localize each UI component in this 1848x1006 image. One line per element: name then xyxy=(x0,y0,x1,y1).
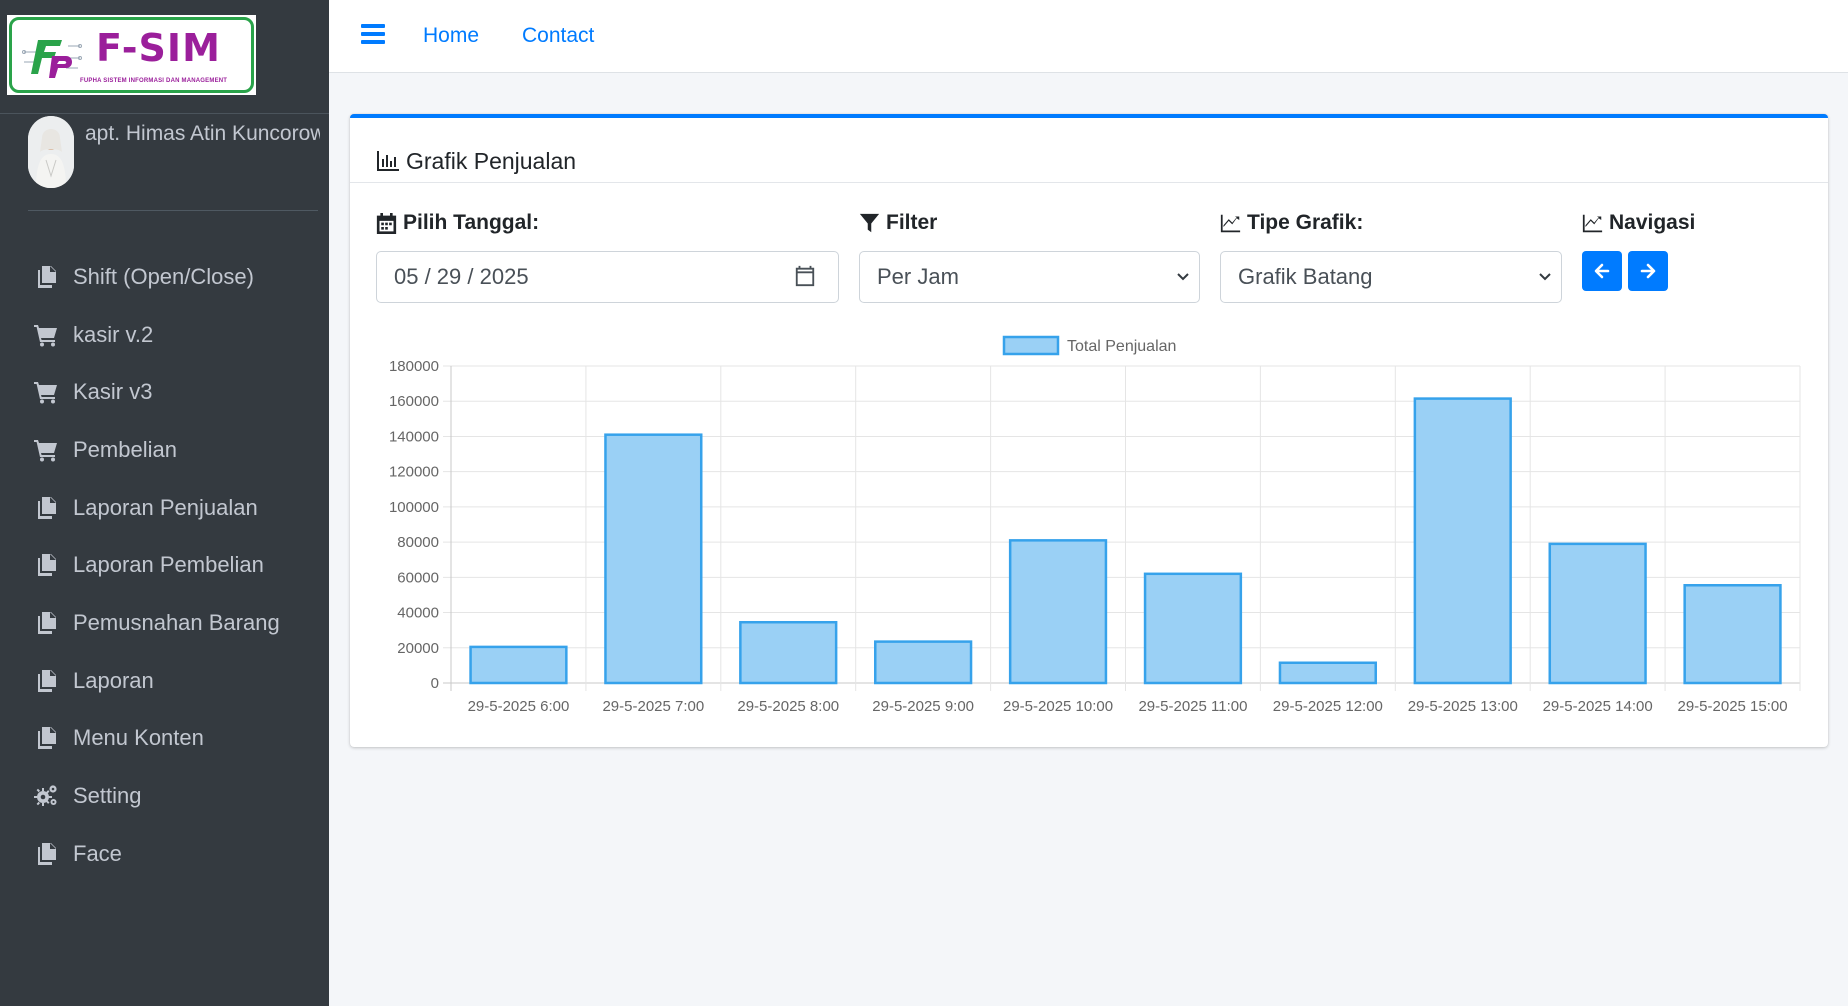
copy-icon xyxy=(30,552,62,578)
x-tick-label: 29-5-2025 14:00 xyxy=(1543,698,1653,715)
sidebar-item-setting[interactable]: Setting xyxy=(0,767,329,825)
x-tick-label: 29-5-2025 13:00 xyxy=(1408,698,1518,715)
brand-logo[interactable]: F-SIM FUPHA SISTEM INFORMASI DAN MANAGEM… xyxy=(7,15,256,95)
y-tick-label: 40000 xyxy=(397,605,439,622)
x-tick-label: 29-5-2025 15:00 xyxy=(1678,698,1788,715)
bar xyxy=(1278,661,1377,685)
menu-toggle-icon[interactable] xyxy=(361,24,385,46)
nav-link-contact[interactable]: Contact xyxy=(522,24,594,48)
copy-icon xyxy=(30,725,62,751)
bar xyxy=(1548,542,1647,685)
sidebar-item-face[interactable]: Face xyxy=(0,825,329,883)
sidebar-item-pemusnahan-barang[interactable]: Pemusnahan Barang xyxy=(0,594,329,652)
sidebar-item-label: Setting xyxy=(73,783,142,809)
y-tick-label: 80000 xyxy=(397,534,439,551)
sidebar-item-kasir-v2[interactable]: kasir v.2 xyxy=(0,306,329,364)
brand[interactable]: F-SIM FUPHA SISTEM INFORMASI DAN MANAGEM… xyxy=(0,0,329,114)
y-tick-label: 100000 xyxy=(389,499,439,516)
sidebar-menu: Shift (Open/Close) kasir v.2 Kasir v3 Pe… xyxy=(0,248,329,883)
sidebar-item-shift[interactable]: Shift (Open/Close) xyxy=(0,248,329,306)
brand-title: F-SIM xyxy=(96,26,221,70)
y-tick-label: 160000 xyxy=(389,393,439,410)
sidebar-item-laporan-pembelian[interactable]: Laporan Pembelian xyxy=(0,536,329,594)
sales-bar-chart: 0 20000 40000 60000 80000 100000 120000 140000 1… xyxy=(389,335,1801,715)
x-tick-label: 29-5-2025 11:00 xyxy=(1138,698,1247,715)
sidebar-item-label: kasir v.2 xyxy=(73,321,154,347)
sidebar-item-label: Shift (Open/Close) xyxy=(73,263,254,289)
copy-icon xyxy=(30,668,62,694)
cogs-icon xyxy=(30,783,62,809)
bar xyxy=(1413,397,1512,685)
sidebar-item-label: Laporan Pembelian xyxy=(73,552,264,578)
sidebar: F-SIM FUPHA SISTEM INFORMASI DAN MANAGEM… xyxy=(0,0,329,1006)
brand-subtitle: FUPHA SISTEM INFORMASI DAN MANAGEMENT xyxy=(80,78,228,84)
y-tick-label: 140000 xyxy=(389,428,439,445)
copy-icon xyxy=(30,841,62,867)
copy-icon xyxy=(30,495,62,521)
sidebar-item-label: Face xyxy=(73,840,122,866)
sidebar-item-label: Laporan xyxy=(73,667,154,693)
bar xyxy=(1143,572,1243,685)
y-tick-label: 20000 xyxy=(397,640,439,657)
cart-icon xyxy=(30,322,62,348)
y-tick-label: 0 xyxy=(431,675,439,692)
sales-chart-card: Grafik Penjualan Pilih Tanggal: 05 / 29 … xyxy=(350,114,1828,747)
legend-label: Total Penjualan xyxy=(1067,338,1176,355)
bar xyxy=(604,433,703,685)
cart-icon xyxy=(30,437,62,463)
logo-mark-icon xyxy=(22,40,82,78)
sidebar-item-label: Pemusnahan Barang xyxy=(73,609,280,635)
top-navbar: Home Contact xyxy=(329,0,1848,73)
user-panel[interactable]: apt. Himas Atin Kuncorowati xyxy=(28,116,320,211)
sidebar-item-laporan-penjualan[interactable]: Laporan Penjualan xyxy=(0,479,329,537)
sidebar-item-label: Menu Konten xyxy=(73,725,204,751)
x-tick-label: 29-5-2025 8:00 xyxy=(737,698,839,715)
y-tick-label: 60000 xyxy=(397,569,439,586)
copy-icon xyxy=(30,610,62,636)
sidebar-item-label: Kasir v3 xyxy=(73,379,153,405)
bar xyxy=(469,645,568,685)
x-tick-label: 29-5-2025 9:00 xyxy=(872,698,974,715)
legend-swatch xyxy=(1002,335,1060,356)
x-tick-label: 29-5-2025 10:00 xyxy=(1003,698,1113,715)
sidebar-item-kasir-v3[interactable]: Kasir v3 xyxy=(0,363,329,421)
y-tick-label: 180000 xyxy=(389,358,439,375)
y-tick-label: 120000 xyxy=(389,464,439,481)
nav-link-home[interactable]: Home xyxy=(423,24,479,48)
sidebar-item-label: Laporan Penjualan xyxy=(73,494,258,520)
sidebar-item-laporan[interactable]: Laporan xyxy=(0,652,329,710)
bar xyxy=(1008,539,1108,685)
cart-icon xyxy=(30,379,62,405)
user-name[interactable]: apt. Himas Atin Kuncorowati xyxy=(85,122,320,146)
x-tick-label: 29-5-2025 6:00 xyxy=(468,698,570,715)
copy-icon xyxy=(30,264,62,290)
bar xyxy=(1683,584,1782,685)
sidebar-item-menu-konten[interactable]: Menu Konten xyxy=(0,710,329,768)
sidebar-item-label: Pembelian xyxy=(73,436,177,462)
x-tick-label: 29-5-2025 7:00 xyxy=(602,698,704,715)
x-tick-label: 29-5-2025 12:00 xyxy=(1273,698,1383,715)
sidebar-item-pembelian[interactable]: Pembelian xyxy=(0,421,329,479)
bar xyxy=(739,620,838,685)
avatar[interactable] xyxy=(28,116,74,188)
bar xyxy=(874,640,973,685)
